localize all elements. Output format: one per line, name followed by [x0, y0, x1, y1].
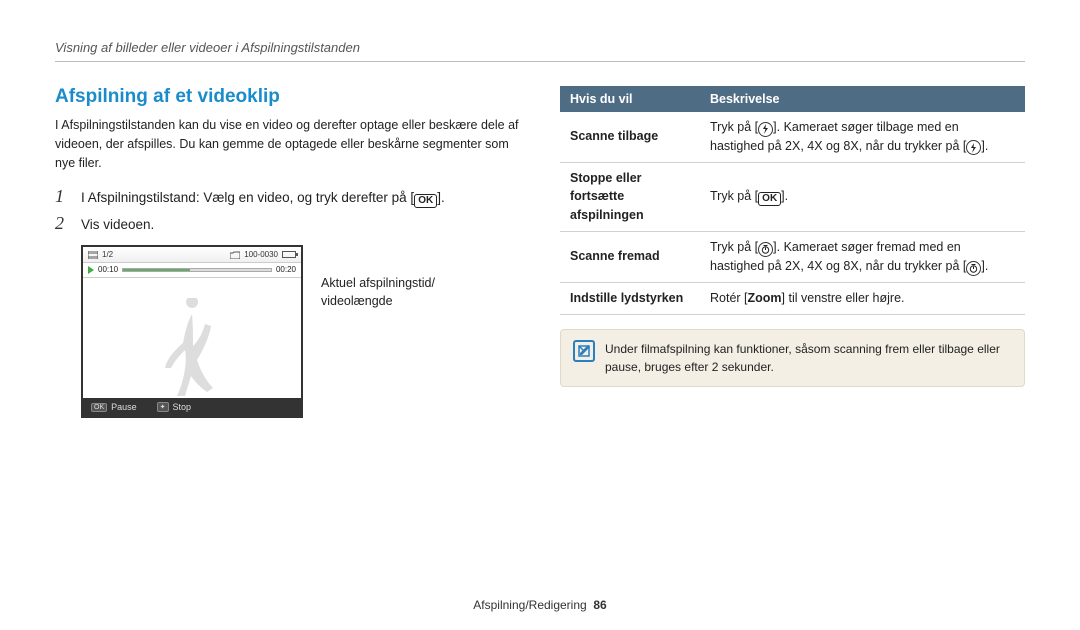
footer-section: Afspilning/Redigering: [473, 598, 586, 612]
th-desc: Beskrivelse: [700, 86, 1025, 112]
cell-k: Scanne fremad: [560, 231, 700, 282]
dancer-silhouette: [157, 298, 227, 398]
screen-topbar: 1/2 100-0030: [83, 247, 301, 263]
cell-v: Tryk på []. Kameraet søger fremad med en…: [700, 231, 1025, 282]
options-table: Hvis du vil Beskrivelse Scanne tilbage T…: [560, 86, 1025, 315]
row-scan-fwd: Scanne fremad Tryk på []. Kameraet søger…: [560, 231, 1025, 282]
flash-back-icon: [966, 140, 981, 155]
figure-wrap: 1/2 100-0030 00:10 00:20: [81, 245, 520, 418]
ok-icon: OK: [414, 194, 437, 208]
note-text: Under filmafspilning kan funktioner, sås…: [605, 340, 1012, 376]
ok-key-icon: OK: [91, 403, 107, 412]
screen-body: [83, 278, 301, 398]
screen-file: 100-0030: [244, 250, 278, 259]
screen-progress-row: 00:10 00:20: [83, 263, 301, 278]
intro-text: I Afspilningstilstanden kan du vise en v…: [55, 116, 520, 172]
step-number: 2: [55, 213, 71, 234]
step-number: 1: [55, 186, 71, 207]
note-box: Under filmafspilning kan funktioner, sås…: [560, 329, 1025, 387]
page-footer: Afspilning/Redigering 86: [0, 598, 1080, 612]
row-scan-back: Scanne tilbage Tryk på []. Kameraet søge…: [560, 112, 1025, 162]
caption-line-2: videolængde: [321, 294, 393, 308]
trash-key-icon: ✦: [157, 402, 169, 412]
row-pause-play: Stoppe eller fortsætte afspilningen Tryk…: [560, 162, 1025, 231]
right-column: Hvis du vil Beskrivelse Scanne tilbage T…: [560, 86, 1025, 418]
cell-v: Tryk på [OK].: [700, 162, 1025, 231]
t: Tryk på [: [710, 120, 758, 134]
camera-screen-mock: 1/2 100-0030 00:10 00:20: [81, 245, 303, 418]
step-text: I Afspilningstilstand: Vælg en video, og…: [81, 187, 445, 209]
step-1: 1 I Afspilningstilstand: Vælg en video, …: [55, 186, 520, 209]
th-action: Hvis du vil: [560, 86, 700, 112]
step-2: 2 Vis videoen.: [55, 213, 520, 236]
time-left: 00:10: [98, 265, 118, 274]
timer-fwd-icon: [758, 242, 773, 257]
caption-line-1: Aktuel afspilningstid/: [321, 276, 435, 290]
note-icon: [573, 340, 595, 362]
ok-icon: OK: [758, 192, 781, 206]
t: ].: [781, 189, 788, 203]
pause-label: Pause: [111, 402, 137, 412]
left-column: Afspilning af et videoklip I Afspilnings…: [55, 86, 520, 418]
stop-button-hint: ✦ Stop: [157, 402, 191, 412]
film-icon: [88, 251, 98, 259]
t: Tryk på [: [710, 240, 758, 254]
cell-v: Tryk på []. Kameraet søger tilbage med e…: [700, 112, 1025, 162]
row-volume: Indstille lydstyrken Rotér [Zoom] til ve…: [560, 282, 1025, 314]
battery-icon: [282, 251, 296, 258]
figure-caption: Aktuel afspilningstid/ videolængde: [321, 245, 435, 418]
cell-k: Stoppe eller fortsætte afspilningen: [560, 162, 700, 231]
step-list: 1 I Afspilningstilstand: Vælg en video, …: [55, 186, 520, 235]
cell-v: Rotér [Zoom] til venstre eller højre.: [700, 282, 1025, 314]
t: ].: [981, 259, 988, 273]
timer-fwd-icon: [966, 261, 981, 276]
pause-button-hint: OK Pause: [91, 402, 137, 412]
step-1-pre: I Afspilningstilstand: Vælg en video, og…: [81, 190, 414, 205]
screen-counter: 1/2: [102, 250, 113, 259]
play-icon: [88, 266, 94, 274]
time-right: 00:20: [276, 265, 296, 274]
t: ].: [981, 139, 988, 153]
section-title: Afspilning af et videoklip: [55, 86, 520, 108]
step-1-post: ].: [437, 190, 445, 205]
breadcrumb: Visning af billeder eller videoer i Afsp…: [55, 40, 1025, 62]
screen-footer: OK Pause ✦ Stop: [83, 398, 301, 416]
flash-back-icon: [758, 122, 773, 137]
zoom-bold: Zoom: [748, 291, 782, 305]
folder-icon: [230, 251, 240, 259]
t: Tryk på [: [710, 189, 758, 203]
progress-bar: [122, 268, 272, 272]
stop-label: Stop: [173, 402, 192, 412]
step-text: Vis videoen.: [81, 214, 154, 236]
cell-k: Scanne tilbage: [560, 112, 700, 162]
page-number: 86: [593, 598, 606, 612]
cell-k: Indstille lydstyrken: [560, 282, 700, 314]
